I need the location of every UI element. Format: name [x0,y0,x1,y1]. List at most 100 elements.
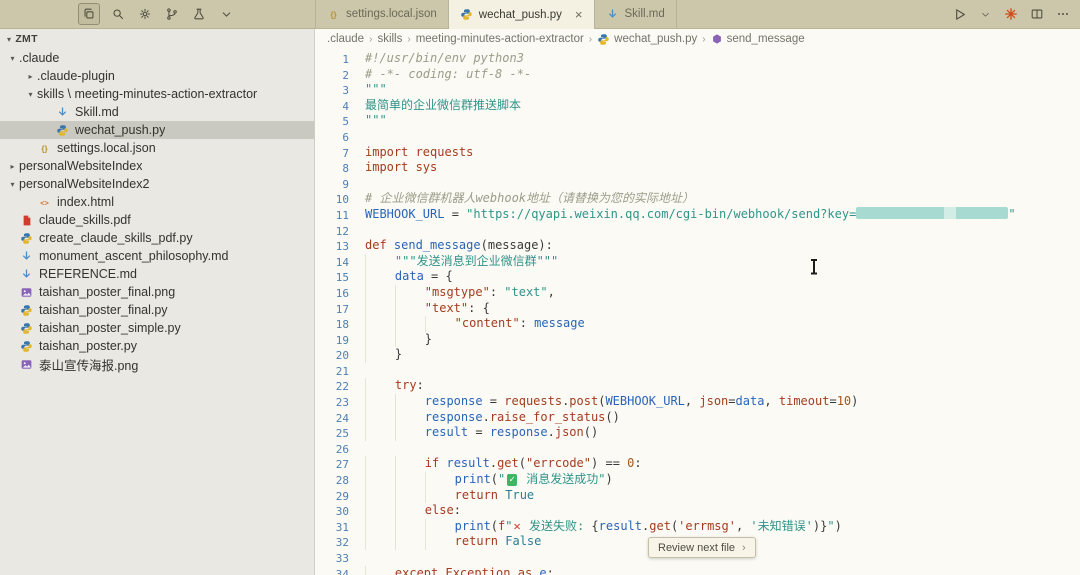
tree-item-personalWebsiteIndex2[interactable]: ▾personalWebsiteIndex2 [0,175,314,193]
code-line[interactable]: 9 [316,176,1080,192]
code-line[interactable]: 10# 企业微信群机器人webhook地址（请替换为您的实际地址） [316,191,1080,207]
code-line[interactable]: 19} [316,332,1080,348]
tab-settings.local.json[interactable]: {}settings.local.json [315,0,449,28]
explorer-copy-icon[interactable] [78,3,100,25]
chevron-down-icon[interactable] [217,5,235,23]
line-text: #!/usr/bin/env python3 [365,51,524,67]
breadcrumb-item[interactable]: wechat_push.py [597,33,697,46]
code-token: ( [481,238,488,252]
code-line[interactable]: 30else: [316,503,1080,519]
tree-item-taishan_poster_final.png[interactable]: taishan_poster_final.png [0,283,314,301]
code-line[interactable]: 16"msgtype": "text", [316,285,1080,301]
line-number: 24 [316,410,349,426]
code-line[interactable]: 21 [316,363,1080,379]
code-line[interactable]: 1#!/usr/bin/env python3 [316,51,1080,67]
run-dropdown-icon[interactable] [976,5,994,23]
code-line[interactable]: 14"""发送消息到企业微信群""" [316,254,1080,270]
success-check-icon: ✓ [507,474,517,486]
line-number: 6 [316,129,349,145]
tree-item-wechat_push.py[interactable]: wechat_push.py [0,121,314,139]
tree-item-taishan_poster_simple.py[interactable]: taishan_poster_simple.py [0,319,314,337]
breadcrumb-item[interactable]: meeting-minutes-action-extractor [416,33,584,45]
breadcrumb-item[interactable]: send_message [711,33,805,45]
tree-item-taishan_poster_final.py[interactable]: taishan_poster_final.py [0,301,314,319]
line-text: WEBHOOK_URL = "https://qyapi.weixin.qq.c… [365,207,1016,223]
line-number: 32 [316,534,349,550]
code-editor[interactable]: 1#!/usr/bin/env python32# -*- coding: ut… [316,49,1080,575]
code-line[interactable]: 24response.raise_for_status() [316,410,1080,426]
run-icon[interactable] [950,5,968,23]
code-line[interactable]: 27if result.get("errcode") == 0: [316,456,1080,472]
indent-guide [395,316,425,332]
tab-Skill.md[interactable]: Skill.md [595,0,677,28]
tree-item-settings.local.json[interactable]: {}settings.local.json [0,139,314,157]
code-token: " [1008,207,1015,221]
code-line[interactable]: 8import sys [316,160,1080,176]
breadcrumb-item[interactable]: .claude [327,33,364,45]
code-token: response [425,394,483,408]
tab-label: Skill.md [625,8,665,20]
code-line[interactable]: 7import requests [316,145,1080,161]
code-token: () [584,425,598,439]
tree-item-taishan_poster.py[interactable]: taishan_poster.py [0,337,314,355]
titlebar-left-actions [78,0,235,28]
code-line[interactable]: 18"content": message [316,316,1080,332]
tree-item-claude_skills.pdf[interactable]: claude_skills.pdf [0,211,314,229]
indent-guide [395,394,425,410]
tree-item-泰山宣传海报.png[interactable]: 泰山宣传海报.png [0,355,314,373]
review-next-file-button[interactable]: Review next file › [648,537,756,558]
code-token: json [699,394,728,408]
code-line[interactable]: 12 [316,223,1080,239]
code-line[interactable]: 31print(f"✕ 发送失败: {result.get('errmsg', … [316,519,1080,535]
beaker-icon[interactable] [190,5,208,23]
code-token: json [555,425,584,439]
code-line[interactable]: 3""" [316,82,1080,98]
close-tab-icon[interactable]: × [575,8,583,21]
tree-item-REFERENCE.md[interactable]: REFERENCE.md [0,265,314,283]
code-token: # 企业微信群机器人webhook地址（请替换为您的实际地址） [365,191,694,205]
code-token: True [505,488,534,502]
code-line[interactable]: 11WEBHOOK_URL = "https://qyapi.weixin.qq… [316,207,1080,223]
code-token: except [395,566,446,575]
tree-item-monument_ascent_philosophy.md[interactable]: monument_ascent_philosophy.md [0,247,314,265]
tree-item-index.html[interactable]: <>index.html [0,193,314,211]
tree-item-create_claude_skills_pdf.py[interactable]: create_claude_skills_pdf.py [0,229,314,247]
breadcrumb-item[interactable]: skills [377,33,402,45]
line-number: 18 [316,316,349,332]
code-token: . [548,425,555,439]
tab-wechat_push.py[interactable]: wechat_push.py× [449,0,595,29]
split-editor-icon[interactable] [1028,5,1046,23]
tree-item-skills \ meeting-minutes-action-extractor[interactable]: ▾skills \ meeting-minutes-action-extract… [0,85,314,103]
code-line[interactable]: 23response = requests.post(WEBHOOK_URL, … [316,394,1080,410]
sparkle-icon[interactable] [1002,5,1020,23]
code-line[interactable]: 5""" [316,113,1080,129]
code-line[interactable]: 13def send_message(message): [316,238,1080,254]
search-icon[interactable] [109,5,127,23]
code-line[interactable]: 15data = { [316,269,1080,285]
code-line[interactable]: 34except Exception as e: [316,566,1080,575]
code-token: 最简单的企业微信群推送脚本 [365,98,521,112]
code-line[interactable]: 26 [316,441,1080,457]
code-line[interactable]: 2# -*- coding: utf-8 -*- [316,67,1080,83]
code-line[interactable]: 4最简单的企业微信群推送脚本 [316,98,1080,114]
code-line[interactable]: 29return True [316,488,1080,504]
tree-item-personalWebsiteIndex[interactable]: ▸personalWebsiteIndex [0,157,314,175]
explorer-section-header[interactable]: ▾ ZMT [0,29,314,49]
settings-gear-icon[interactable] [136,5,154,23]
line-text: def send_message(message): [365,238,553,254]
code-line[interactable]: 17"text": { [316,301,1080,317]
tree-item-.claude[interactable]: ▾.claude [0,49,314,67]
tree-item-.claude-plugin[interactable]: ▸.claude-plugin [0,67,314,85]
tree-item-label: personalWebsiteIndex [19,159,142,173]
code-line[interactable]: 6 [316,129,1080,145]
code-token: """发送消息到企业微信群""" [395,254,558,268]
code-line[interactable]: 20} [316,347,1080,363]
line-text: import sys [365,160,437,176]
more-actions-icon[interactable] [1054,5,1072,23]
tree-item-Skill.md[interactable]: Skill.md [0,103,314,121]
code-line[interactable]: 25result = response.json() [316,425,1080,441]
line-text: } [365,347,402,363]
code-line[interactable]: 22try: [316,378,1080,394]
source-control-branch-icon[interactable] [163,5,181,23]
code-line[interactable]: 28print("✓ 消息发送成功") [316,472,1080,488]
